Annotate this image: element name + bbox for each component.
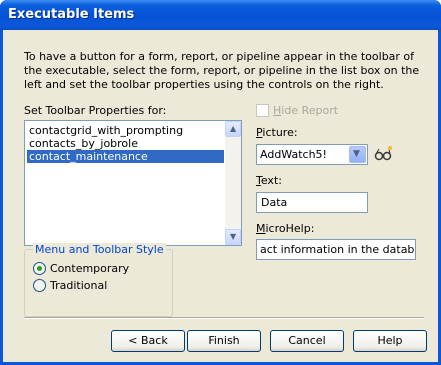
list-item[interactable]: contactgrid_with_prompting bbox=[27, 124, 183, 137]
cancel-button[interactable]: Cancel bbox=[270, 330, 344, 352]
chevron-down-icon: ▼ bbox=[353, 149, 360, 159]
radio-traditional[interactable] bbox=[33, 279, 46, 292]
menu-toolbar-style-group: Menu and Toolbar Style Contemporary Trad… bbox=[24, 243, 173, 317]
radio-label-contemporary[interactable]: Contemporary bbox=[50, 262, 129, 275]
scroll-down-button[interactable]: ▼ bbox=[225, 229, 241, 245]
window-title: Executable Items bbox=[8, 7, 135, 22]
radio-contemporary[interactable] bbox=[33, 262, 46, 275]
picture-dropdown[interactable]: AddWatch5! ▼ bbox=[256, 144, 368, 165]
title-bar[interactable]: Executable Items bbox=[0, 0, 441, 30]
browse-picture-icon[interactable] bbox=[374, 145, 394, 163]
picture-value: AddWatch5! bbox=[260, 148, 327, 161]
group-legend: Menu and Toolbar Style bbox=[33, 243, 166, 256]
items-listbox[interactable]: contactgrid_with_prompting contacts_by_j… bbox=[24, 120, 242, 246]
text-label: Text: bbox=[256, 174, 282, 187]
picture-label: Picture: bbox=[256, 126, 298, 139]
back-button[interactable]: < Back bbox=[111, 330, 185, 352]
scroll-up-button[interactable]: ▲ bbox=[225, 121, 241, 137]
hide-report-label: Hide Report bbox=[273, 104, 339, 117]
dropdown-button[interactable]: ▼ bbox=[349, 146, 366, 163]
list-item[interactable]: contacts_by_jobrole bbox=[27, 137, 138, 150]
listbox-scrollbar[interactable]: ▲ ▼ bbox=[225, 121, 241, 245]
chevron-down-icon: ▼ bbox=[230, 232, 237, 241]
radio-label-traditional[interactable]: Traditional bbox=[50, 279, 107, 292]
radio-selected-dot bbox=[37, 266, 42, 271]
microhelp-input[interactable]: act information in the database bbox=[256, 239, 416, 260]
hide-report-checkbox[interactable] bbox=[256, 104, 269, 117]
microhelp-label: MicroHelp: bbox=[256, 222, 315, 235]
toolbar-properties-label: Set Toolbar Properties for: bbox=[24, 104, 167, 117]
dialog-window: Executable Items To have a button for a … bbox=[0, 0, 441, 365]
divider bbox=[24, 317, 424, 319]
list-item-selected[interactable]: contact_maintenance bbox=[27, 150, 224, 163]
dialog-body: To have a button for a form, report, or … bbox=[3, 30, 438, 362]
text-input[interactable]: Data bbox=[256, 192, 368, 213]
chevron-up-icon: ▲ bbox=[230, 124, 237, 133]
finish-button[interactable]: Finish bbox=[187, 330, 261, 352]
microhelp-input-value: act information in the database bbox=[260, 243, 415, 256]
help-button[interactable]: Help bbox=[353, 330, 427, 352]
text-input-value: Data bbox=[261, 196, 288, 209]
instructions-text: To have a button for a form, report, or … bbox=[24, 50, 420, 91]
